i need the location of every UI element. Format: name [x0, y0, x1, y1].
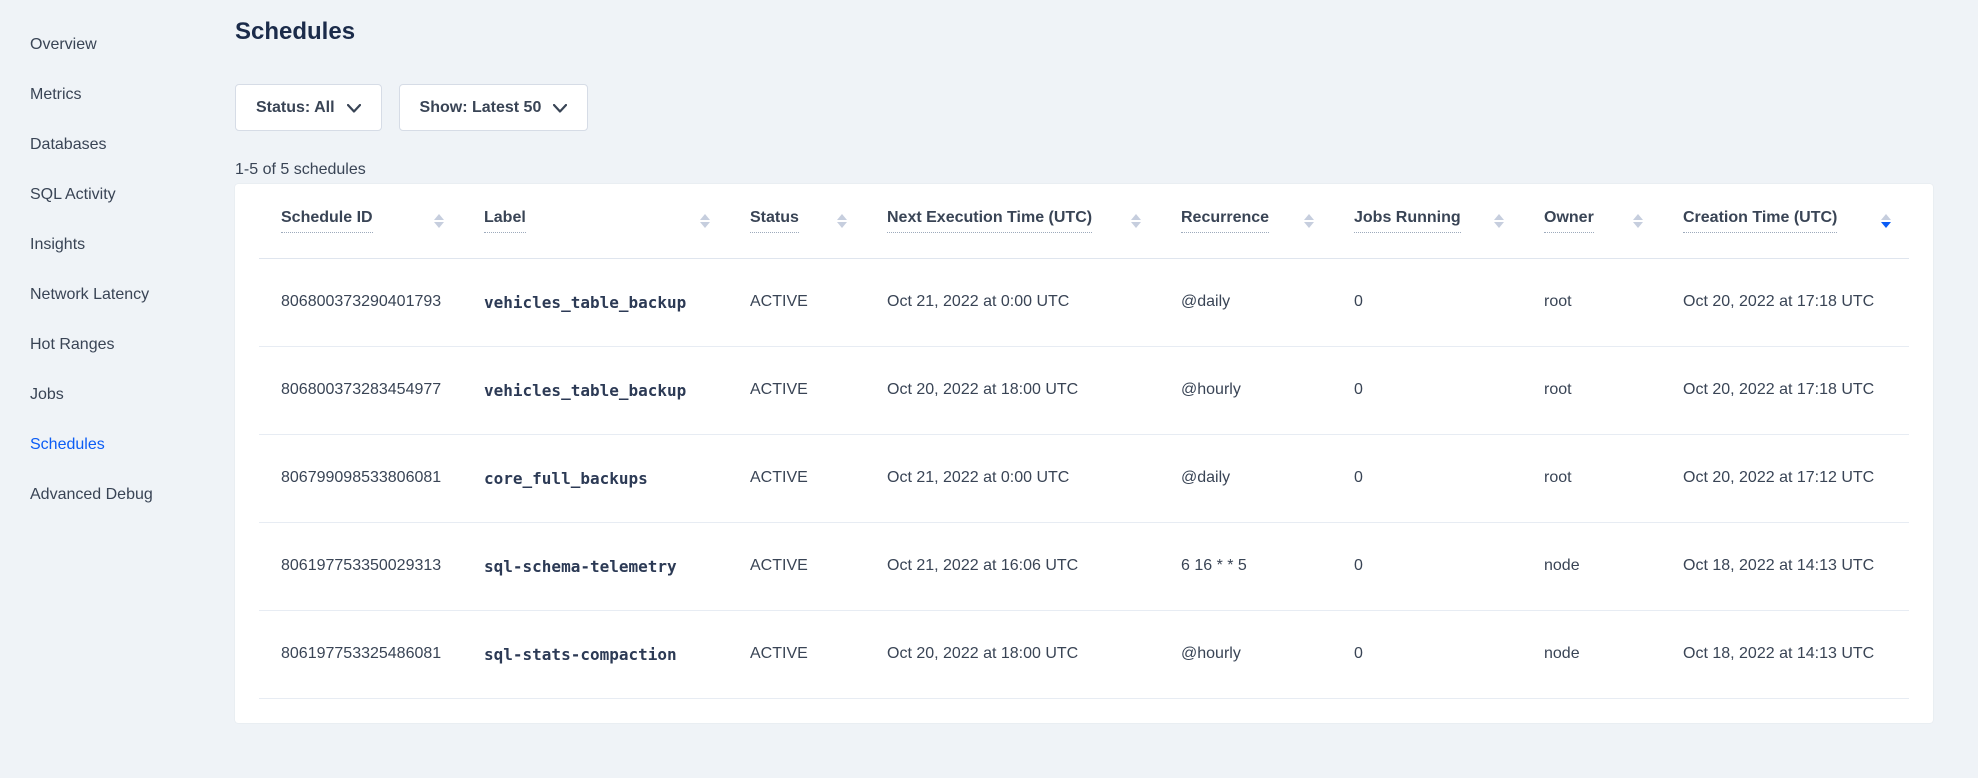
column-header-schedule-id[interactable]: Schedule ID	[259, 184, 462, 258]
creation-time-cell: Oct 20, 2022 at 17:18 UTC	[1661, 346, 1909, 434]
sidebar-item-insights[interactable]: Insights	[0, 220, 235, 270]
sidebar-item-jobs[interactable]: Jobs	[0, 370, 235, 420]
table-row[interactable]: 806799098533806081 core_full_backups ACT…	[259, 434, 1909, 522]
creation-time-cell: Oct 20, 2022 at 17:12 UTC	[1661, 434, 1909, 522]
status-cell: ACTIVE	[728, 610, 865, 698]
show-limit-label: Show: Latest 50	[420, 99, 542, 117]
creation-time-cell: Oct 18, 2022 at 14:13 UTC	[1661, 610, 1909, 698]
table-row[interactable]: 806197753325486081 sql-stats-compaction …	[259, 610, 1909, 698]
status-cell: ACTIVE	[728, 258, 865, 346]
sidebar-item-advanced-debug[interactable]: Advanced Debug	[0, 470, 235, 520]
results-count: 1-5 of 5 schedules	[235, 159, 1978, 181]
jobs-running-cell: 0	[1332, 434, 1522, 522]
sort-arrows-icon	[1304, 214, 1314, 228]
schedule-id-cell: 806800373290401793	[259, 258, 462, 346]
sort-arrows-desc-icon	[1881, 214, 1891, 228]
schedule-id-cell: 806197753325486081	[259, 610, 462, 698]
column-header-next-execution-time[interactable]: Next Execution Time (UTC)	[865, 184, 1159, 258]
sidebar-item-network-latency[interactable]: Network Latency	[0, 270, 235, 320]
schedule-label-cell: vehicles_table_backup	[462, 346, 728, 434]
jobs-running-cell: 0	[1332, 346, 1522, 434]
owner-cell: root	[1522, 346, 1661, 434]
column-header-owner[interactable]: Owner	[1522, 184, 1661, 258]
status-cell: ACTIVE	[728, 434, 865, 522]
recurrence-cell: @hourly	[1159, 610, 1332, 698]
creation-time-cell: Oct 20, 2022 at 17:18 UTC	[1661, 258, 1909, 346]
recurrence-cell: @daily	[1159, 258, 1332, 346]
owner-cell: node	[1522, 610, 1661, 698]
column-header-label[interactable]: Label	[462, 184, 728, 258]
sort-arrows-icon	[1633, 214, 1643, 228]
schedule-id-cell: 806799098533806081	[259, 434, 462, 522]
owner-cell: node	[1522, 522, 1661, 610]
sort-arrows-icon	[1131, 214, 1141, 228]
page-title: Schedules	[235, 16, 1978, 48]
table-row[interactable]: 806800373290401793 vehicles_table_backup…	[259, 258, 1909, 346]
next-execution-cell: Oct 21, 2022 at 16:06 UTC	[865, 522, 1159, 610]
recurrence-cell: @hourly	[1159, 346, 1332, 434]
main-content: Schedules Status: All Show: Latest 50 1-…	[235, 0, 1978, 723]
sidebar-item-hot-ranges[interactable]: Hot Ranges	[0, 320, 235, 370]
column-header-creation-time[interactable]: Creation Time (UTC)	[1661, 184, 1909, 258]
table-header-row: Schedule ID Label Status Next Execu	[259, 184, 1909, 258]
recurrence-cell: @daily	[1159, 434, 1332, 522]
schedule-label-cell: sql-schema-telemetry	[462, 522, 728, 610]
table-row[interactable]: 806197753350029313 sql-schema-telemetry …	[259, 522, 1909, 610]
schedule-label-cell: sql-stats-compaction	[462, 610, 728, 698]
owner-cell: root	[1522, 434, 1661, 522]
next-execution-cell: Oct 20, 2022 at 18:00 UTC	[865, 346, 1159, 434]
recurrence-cell: 6 16 * * 5	[1159, 522, 1332, 610]
sort-arrows-icon	[434, 214, 444, 228]
chevron-down-icon	[553, 104, 567, 113]
table-row[interactable]: 806800373283454977 vehicles_table_backup…	[259, 346, 1909, 434]
jobs-running-cell: 0	[1332, 258, 1522, 346]
schedule-id-cell: 806197753350029313	[259, 522, 462, 610]
sidebar-item-schedules[interactable]: Schedules	[0, 420, 235, 470]
status-cell: ACTIVE	[728, 522, 865, 610]
sidebar-item-overview[interactable]: Overview	[0, 20, 235, 70]
status-cell: ACTIVE	[728, 346, 865, 434]
filter-bar: Status: All Show: Latest 50	[235, 84, 1978, 131]
schedule-label-cell: vehicles_table_backup	[462, 258, 728, 346]
show-limit-dropdown[interactable]: Show: Latest 50	[399, 84, 589, 131]
chevron-down-icon	[347, 104, 361, 113]
schedules-page: Overview Metrics Databases SQL Activity …	[0, 0, 1978, 778]
sort-arrows-icon	[837, 214, 847, 228]
column-header-jobs-running[interactable]: Jobs Running	[1332, 184, 1522, 258]
sidebar-nav: Overview Metrics Databases SQL Activity …	[0, 0, 235, 778]
jobs-running-cell: 0	[1332, 610, 1522, 698]
creation-time-cell: Oct 18, 2022 at 14:13 UTC	[1661, 522, 1909, 610]
status-filter-label: Status: All	[256, 99, 335, 117]
column-header-status[interactable]: Status	[728, 184, 865, 258]
sidebar-item-databases[interactable]: Databases	[0, 120, 235, 170]
sidebar-item-sql-activity[interactable]: SQL Activity	[0, 170, 235, 220]
next-execution-cell: Oct 21, 2022 at 0:00 UTC	[865, 258, 1159, 346]
next-execution-cell: Oct 21, 2022 at 0:00 UTC	[865, 434, 1159, 522]
schedules-table: Schedule ID Label Status Next Execu	[259, 184, 1909, 699]
jobs-running-cell: 0	[1332, 522, 1522, 610]
schedule-label-cell: core_full_backups	[462, 434, 728, 522]
schedule-id-cell: 806800373283454977	[259, 346, 462, 434]
sidebar-item-metrics[interactable]: Metrics	[0, 70, 235, 120]
status-filter-dropdown[interactable]: Status: All	[235, 84, 382, 131]
next-execution-cell: Oct 20, 2022 at 18:00 UTC	[865, 610, 1159, 698]
sort-arrows-icon	[1494, 214, 1504, 228]
schedules-table-card: Schedule ID Label Status Next Execu	[235, 184, 1933, 723]
sort-arrows-icon	[700, 214, 710, 228]
column-header-recurrence[interactable]: Recurrence	[1159, 184, 1332, 258]
owner-cell: root	[1522, 258, 1661, 346]
